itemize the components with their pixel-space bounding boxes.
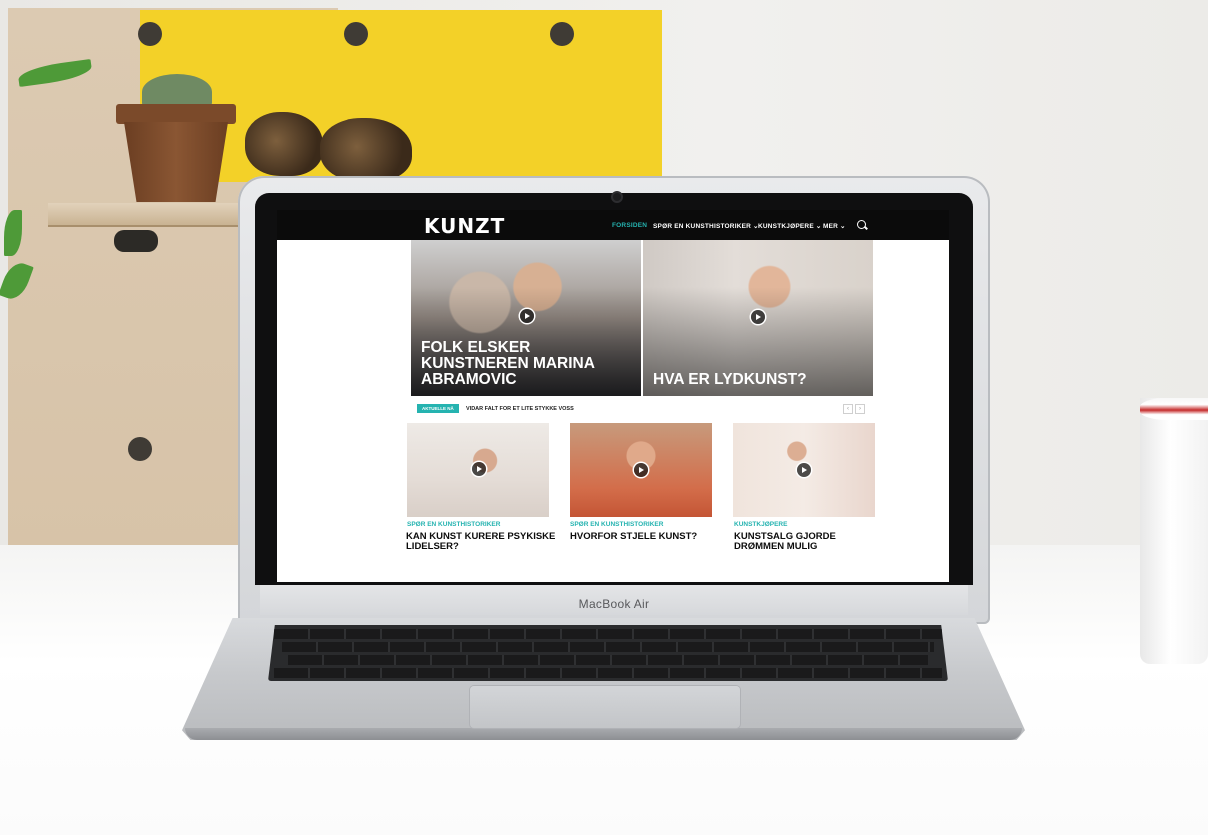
ticker-headline[interactable]: VIDAR FALT FOR ET LITE STYKKE VOSS [466, 406, 574, 412]
key-row [288, 655, 928, 665]
website-viewport: KUNZT FORSIDEN SPØR EN KUNSTHISTORIKER ⌄… [277, 210, 949, 582]
site-logo[interactable]: KUNZT [424, 216, 505, 236]
key-row [282, 642, 934, 652]
ticker-prev-button[interactable]: ‹ [843, 404, 853, 414]
card-title[interactable]: KAN KUNST KURERE PSYKISKE LIDELSER? [406, 532, 556, 552]
hero-article-lydkunst[interactable]: HVA ER LYDKUNST? [643, 240, 873, 396]
cup-rim [1140, 398, 1208, 420]
laptop-base-edge [185, 728, 1022, 740]
peg-hole [550, 22, 574, 46]
card-image[interactable] [407, 423, 549, 517]
keyboard [268, 625, 948, 681]
hero-title[interactable]: FOLK ELSKER KUNSTNEREN MARINA ABRAMOVIC [421, 340, 631, 388]
card-title[interactable]: HVORFOR STJELE KUNST? [570, 532, 720, 542]
card-title[interactable]: KUNSTSALG GJORDE DRØMMEN MULIG [734, 532, 884, 552]
model-label: MacBook Air [578, 597, 650, 611]
key-row [274, 629, 942, 639]
nav-item-kunstkjopere[interactable]: KUNSTKJØPERE ⌄ [758, 222, 822, 230]
card-image[interactable] [733, 423, 875, 517]
play-icon[interactable] [751, 310, 765, 324]
camera-icon [613, 193, 621, 201]
nav-item-spor-en-kunsthistoriker[interactable]: SPØR EN KUNSTHISTORIKER ⌄ [653, 222, 759, 230]
pinecone [320, 118, 412, 182]
play-icon[interactable] [472, 462, 486, 476]
key-row [274, 668, 942, 678]
trackpad [470, 686, 740, 728]
nav-item-mer[interactable]: MER ⌄ [823, 222, 846, 230]
card-image[interactable] [570, 423, 712, 517]
pinecone [245, 112, 323, 176]
play-icon[interactable] [520, 309, 534, 323]
nav-item-forsiden[interactable]: FORSIDEN [612, 222, 647, 229]
pot-body [124, 122, 228, 202]
ticker-next-button[interactable]: › [855, 404, 865, 414]
plant-pot [116, 104, 236, 202]
pot-rim [116, 104, 236, 124]
hero-title[interactable]: HVA ER LYDKUNST? [653, 372, 863, 388]
ticker-badge: AKTUELLE NÅ [417, 404, 459, 413]
site-navbar: KUNZT FORSIDEN SPØR EN KUNSTHISTORIKER ⌄… [277, 210, 949, 240]
peg-hole [138, 22, 162, 46]
card-category[interactable]: SPØR EN KUNSTHISTORIKER [407, 521, 500, 528]
card-category[interactable]: SPØR EN KUNSTHISTORIKER [570, 521, 663, 528]
peg-hole [128, 437, 152, 461]
shelf-peg [114, 230, 158, 252]
card-category[interactable]: KUNSTKJØPERE [734, 521, 787, 528]
wooden-shelf [48, 203, 258, 227]
search-icon[interactable] [857, 220, 866, 229]
coffee-cup [1140, 398, 1208, 664]
play-icon[interactable] [797, 463, 811, 477]
play-icon[interactable] [634, 463, 648, 477]
peg-hole [344, 22, 368, 46]
hero-article-abramovic[interactable]: FOLK ELSKER KUNSTNEREN MARINA ABRAMOVIC [411, 240, 641, 396]
